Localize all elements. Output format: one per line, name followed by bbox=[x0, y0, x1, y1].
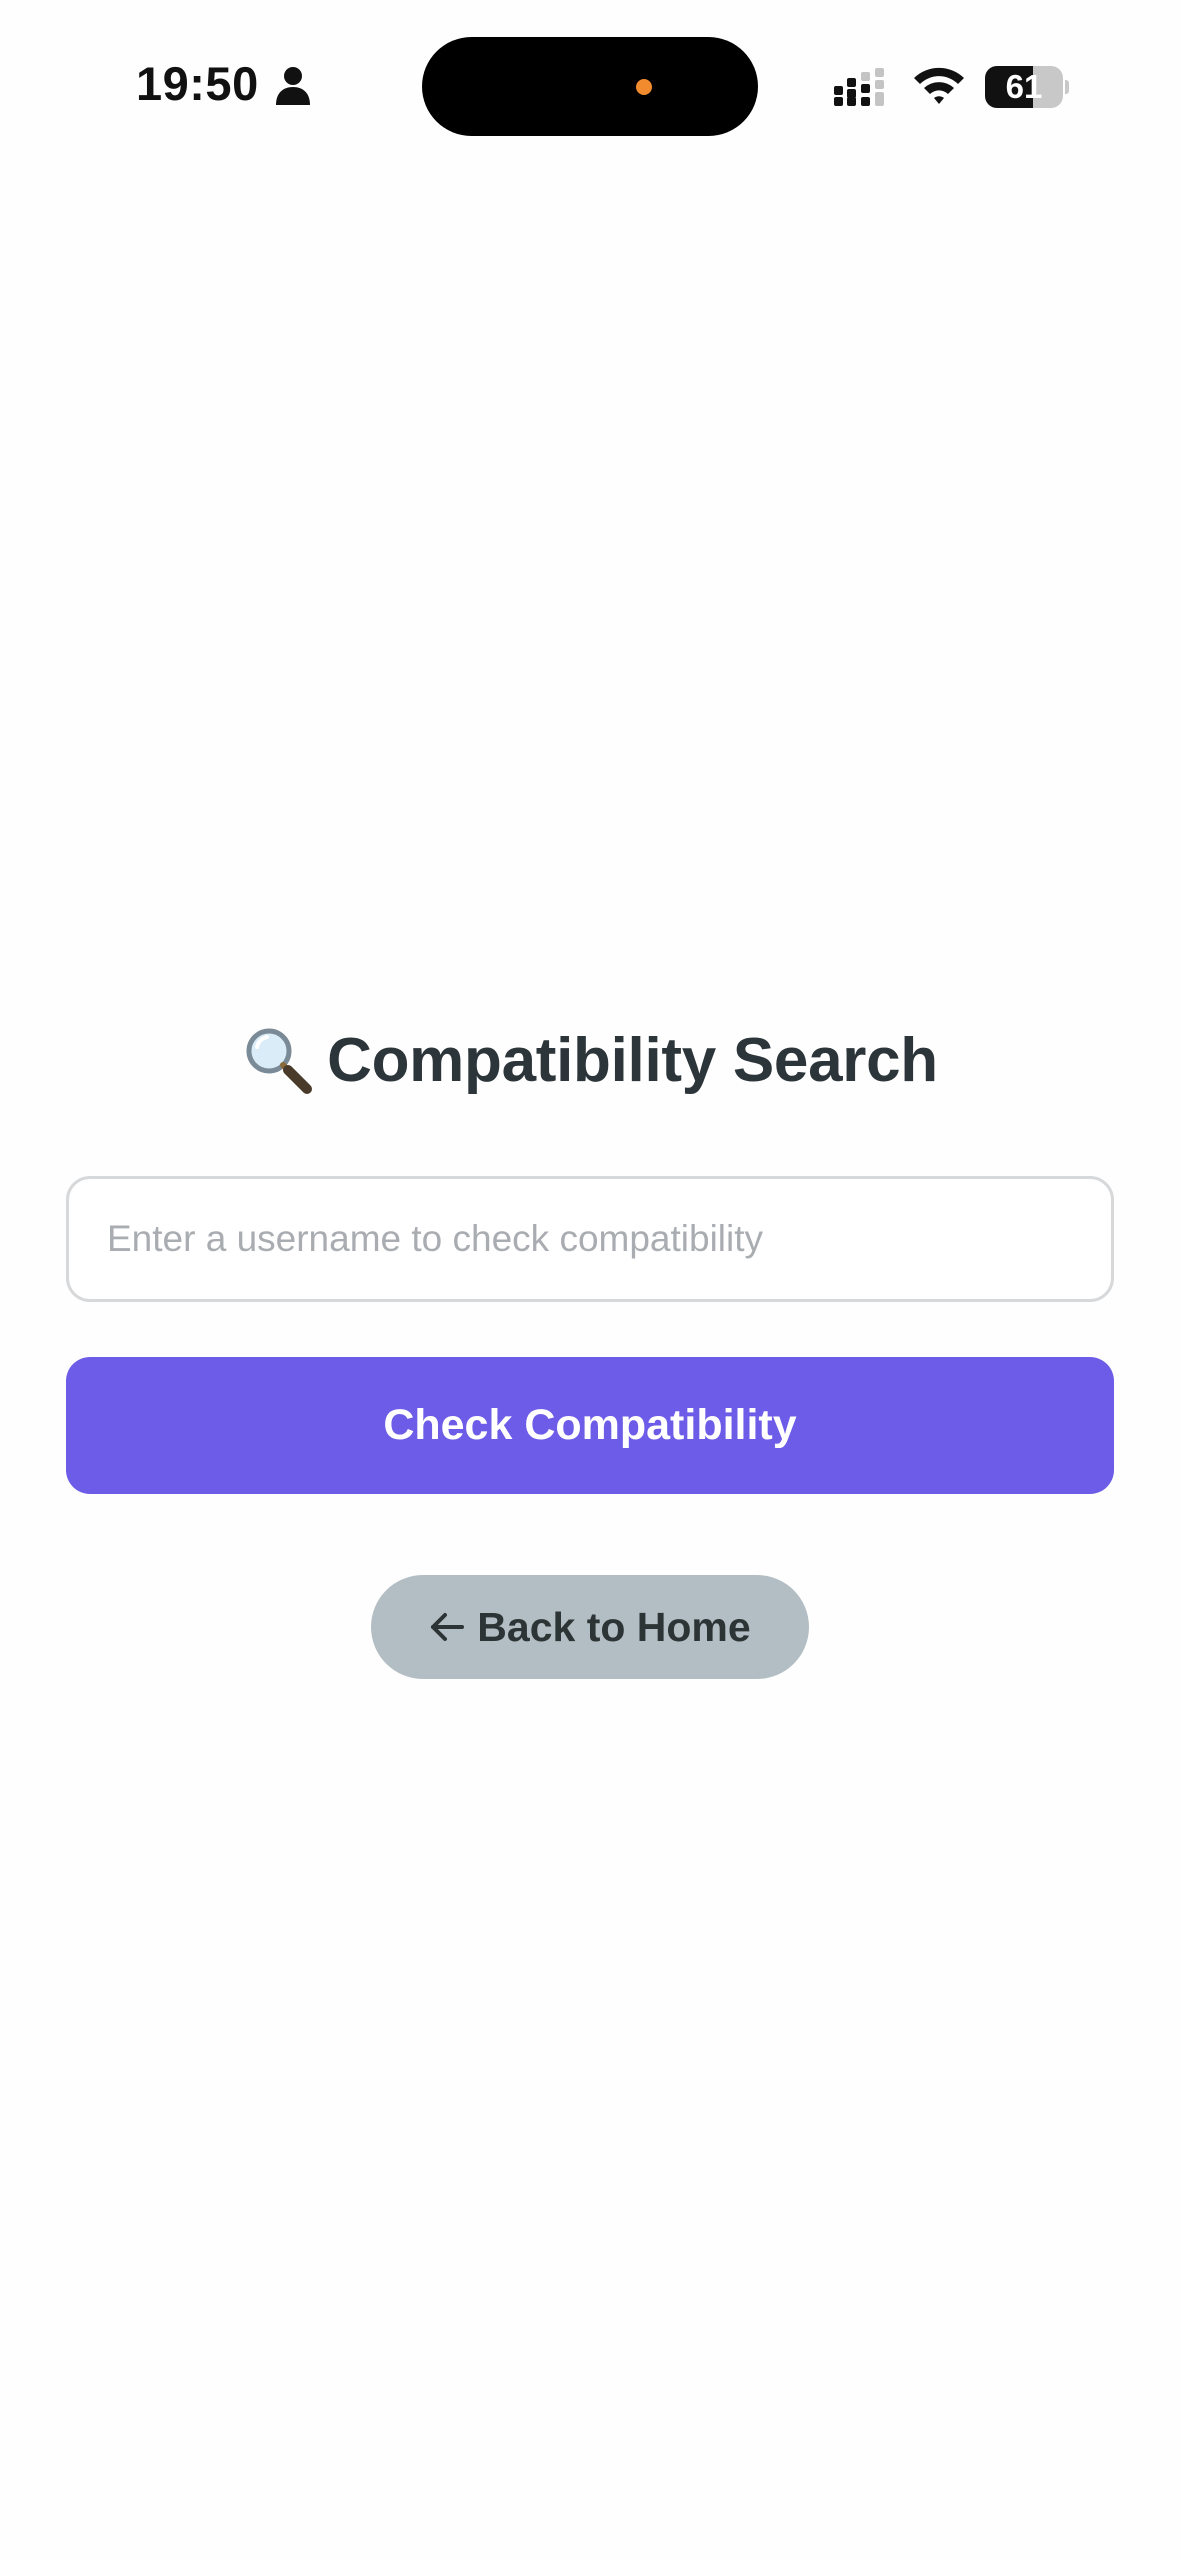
compatibility-search-screen: 19:50 61 Compatibility Search Enter a us… bbox=[0, 0, 1181, 2560]
status-time: 19:50 bbox=[136, 57, 259, 110]
username-search-input[interactable] bbox=[66, 1176, 1114, 1302]
wifi-icon bbox=[914, 67, 964, 104]
battery-icon: 61 bbox=[985, 66, 1069, 108]
page-title: Compatibility Search bbox=[327, 1025, 938, 1095]
check-compatibility-button[interactable]: Check Compatibility bbox=[66, 1357, 1114, 1494]
back-to-home-button[interactable]: Back to Home bbox=[371, 1575, 809, 1679]
dynamic-island bbox=[422, 37, 758, 136]
status-bar: 19:50 61 bbox=[0, 0, 1181, 140]
magnifying-glass-icon bbox=[246, 1028, 313, 1094]
battery-body: 61 bbox=[985, 66, 1063, 108]
left-arrow-icon bbox=[431, 1613, 465, 1641]
page-header: Compatibility Search bbox=[0, 1018, 1181, 1102]
person-icon bbox=[276, 67, 310, 105]
battery-level: 61 bbox=[1005, 68, 1043, 105]
back-button-label: Back to Home bbox=[477, 1603, 751, 1650]
camera-indicator-dot bbox=[636, 79, 652, 95]
battery-cap bbox=[1065, 80, 1069, 94]
signal-icon bbox=[834, 68, 884, 106]
